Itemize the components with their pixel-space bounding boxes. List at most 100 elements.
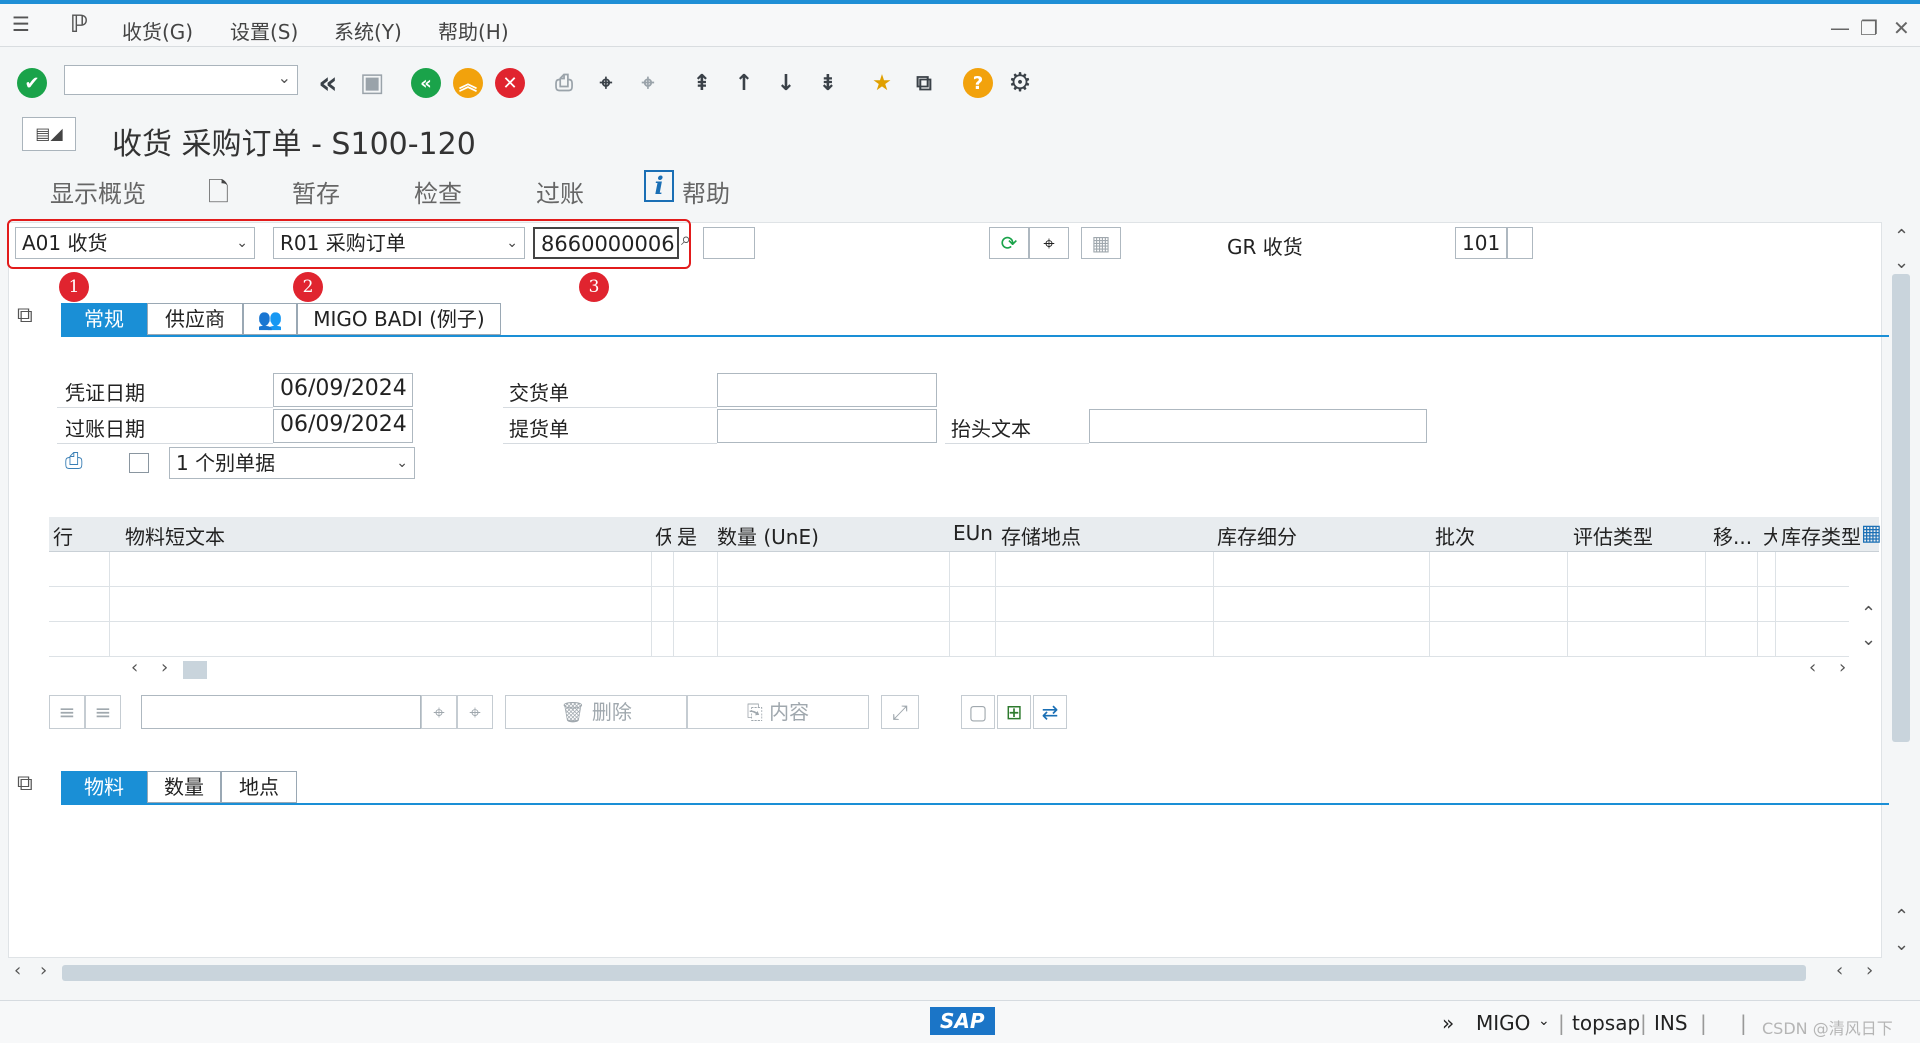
scroll-right-icon[interactable]: ›: [40, 960, 47, 981]
menu-help[interactable]: 帮助(H): [438, 16, 509, 45]
command-field[interactable]: ⌄: [64, 65, 298, 95]
help-icon[interactable]: ?: [962, 67, 994, 99]
first-page-icon[interactable]: ⇞: [686, 67, 718, 99]
menu-system[interactable]: 系统(Y): [334, 16, 402, 45]
scroll-right-icon[interactable]: ›: [1839, 657, 1846, 678]
show-overview-button[interactable]: 显示概览: [50, 174, 146, 209]
movement-type-input[interactable]: 101: [1455, 227, 1507, 259]
collapse-detail-icon[interactable]: ⧉: [17, 771, 33, 796]
calculator-icon[interactable]: ▦: [1081, 227, 1121, 259]
expand-icon[interactable]: ⤢: [881, 695, 919, 729]
contents-button[interactable]: ⎘ 内容: [687, 695, 869, 729]
tab-general[interactable]: 常规: [61, 303, 147, 335]
menu-icon[interactable]: ☰: [12, 12, 30, 36]
chevron-down-icon[interactable]: ⌄: [1861, 629, 1876, 650]
col-extra[interactable]: 大: [1763, 521, 1777, 550]
scroll-left-icon[interactable]: ‹: [1836, 960, 1843, 981]
menu-goods-receipt[interactable]: 收货(G): [122, 16, 193, 45]
chevron-down-icon[interactable]: ⌄: [278, 68, 291, 87]
column-settings-icon[interactable]: ▦: [1861, 521, 1882, 546]
lock-icon[interactable]: ▢: [961, 695, 995, 729]
chevron-up-icon[interactable]: ⌃: [1894, 226, 1909, 247]
transaction-menu-button[interactable]: ▤◢: [22, 117, 76, 151]
col-eun[interactable]: EUn: [953, 521, 993, 545]
chevron-down-icon[interactable]: ⌄: [1538, 1013, 1550, 1029]
grid-find-next-icon[interactable]: ⌖: [457, 695, 493, 729]
chevron-up-icon[interactable]: ⌃: [1861, 603, 1876, 624]
col-valuation-type[interactable]: 评估类型: [1573, 521, 1653, 550]
create-shortcut-icon[interactable]: ★: [866, 67, 898, 99]
post-date-input[interactable]: 06/09/2024: [273, 409, 413, 443]
settings-icon[interactable]: ⚙: [1004, 67, 1036, 99]
check-button[interactable]: 检查: [414, 174, 462, 209]
grid-scroll-thumb[interactable]: [183, 661, 207, 679]
find-icon[interactable]: ⌖: [1029, 227, 1069, 259]
minimize-icon[interactable]: —: [1830, 16, 1850, 40]
tab-migo-badi[interactable]: MIGO BADI (例子): [297, 303, 501, 335]
help-button[interactable]: 帮助: [682, 174, 730, 209]
scroll-left-icon[interactable]: ‹: [1809, 657, 1816, 678]
chevron-up-icon[interactable]: ⌃: [1894, 906, 1909, 927]
scroll-right-icon[interactable]: ›: [161, 657, 168, 678]
find-icon[interactable]: ⌖: [590, 67, 622, 99]
header-text-input[interactable]: [1089, 409, 1427, 443]
col-stock-type[interactable]: 库存类型: [1781, 521, 1863, 550]
col-quantity[interactable]: 数量 (UnE): [717, 521, 819, 550]
movement-indicator-input[interactable]: [1507, 227, 1533, 259]
exit-icon[interactable]: ︽: [452, 67, 484, 99]
new-session-icon[interactable]: ⧉: [908, 67, 940, 99]
horizontal-scrollbar[interactable]: [62, 965, 1806, 981]
select-all-icon[interactable]: ≡: [49, 695, 85, 729]
col-movement[interactable]: 移...: [1713, 521, 1752, 550]
scroll-left-icon[interactable]: ‹: [131, 657, 138, 678]
vertical-scrollbar[interactable]: [1892, 274, 1910, 742]
add-row-icon[interactable]: ⊞: [997, 695, 1031, 729]
prev-page-icon[interactable]: ↑: [728, 67, 760, 99]
menu-settings[interactable]: 设置(S): [230, 16, 298, 45]
print-icon[interactable]: ⎙: [548, 67, 580, 99]
scroll-left-icon[interactable]: ‹: [14, 960, 21, 981]
tab-quantity[interactable]: 数量: [147, 771, 221, 803]
save-icon[interactable]: ▣: [356, 67, 388, 99]
next-page-icon[interactable]: ↓: [770, 67, 802, 99]
hold-button[interactable]: 暂存: [292, 174, 340, 209]
po-item-input[interactable]: [703, 227, 755, 259]
col-stock-segment[interactable]: 库存细分: [1217, 521, 1297, 550]
print-checkbox[interactable]: [129, 453, 149, 473]
cancel-icon[interactable]: ✕: [494, 67, 526, 99]
close-window-icon[interactable]: ✕: [1893, 16, 1910, 40]
info-icon[interactable]: i: [644, 170, 674, 202]
bill-of-lading-input[interactable]: [717, 409, 937, 443]
tab-where[interactable]: 地点: [221, 771, 297, 803]
scroll-right-icon[interactable]: ›: [1866, 960, 1873, 981]
chevron-down-icon[interactable]: ⌄: [1894, 252, 1909, 273]
find-next-icon[interactable]: ⌖: [632, 67, 664, 99]
col-yes[interactable]: 是: [677, 521, 697, 550]
col-storage-location[interactable]: 存储地点: [1001, 521, 1081, 550]
deselect-all-icon[interactable]: ≡: [85, 695, 121, 729]
print-version-select[interactable]: 1 个别单据 ⌄: [169, 447, 415, 479]
col-ok[interactable]: 仸: [655, 521, 671, 550]
back-double-icon[interactable]: «: [312, 66, 344, 101]
tab-partners[interactable]: 👥: [243, 303, 297, 335]
enter-icon[interactable]: ✔: [16, 67, 48, 99]
chevron-down-icon[interactable]: ⌄: [1894, 934, 1909, 955]
back-icon[interactable]: «: [410, 67, 442, 99]
execute-icon[interactable]: ⟳: [989, 227, 1029, 259]
delete-button[interactable]: 🗑 删除: [505, 695, 687, 729]
delivery-note-input[interactable]: [717, 373, 937, 407]
expand-status-icon[interactable]: »: [1442, 1011, 1454, 1035]
tab-material[interactable]: 物料: [61, 771, 147, 803]
col-batch[interactable]: 批次: [1435, 521, 1475, 550]
col-material-text[interactable]: 物料短文本: [125, 521, 225, 550]
layout-icon[interactable]: ℙ: [70, 10, 88, 38]
new-document-icon[interactable]: 🗋: [208, 174, 229, 218]
post-button[interactable]: 过账: [536, 174, 584, 209]
grid-find-icon[interactable]: ⌖: [421, 695, 457, 729]
transfer-icon[interactable]: ⇄: [1033, 695, 1067, 729]
col-item[interactable]: 行: [53, 521, 73, 550]
doc-date-input[interactable]: 06/09/2024: [273, 373, 413, 407]
collapse-header-icon[interactable]: ⧉: [17, 303, 33, 328]
restore-icon[interactable]: ❐: [1860, 16, 1878, 40]
grid-search-input[interactable]: [141, 695, 421, 729]
